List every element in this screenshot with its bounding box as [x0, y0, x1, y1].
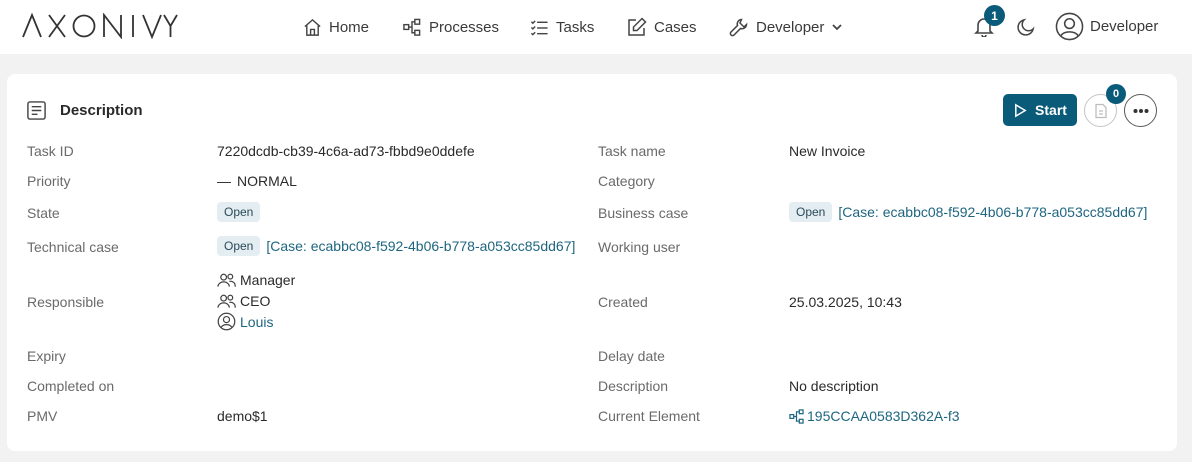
group-icon — [217, 294, 236, 308]
responsible-item: Louis — [217, 311, 273, 332]
card-title: Description — [60, 102, 143, 119]
pmv-label: PMV — [27, 408, 58, 424]
created-value: 25.03.2025, 10:43 — [789, 294, 902, 310]
expiry-label: Expiry — [27, 348, 66, 364]
priority-value: — NORMAL — [217, 173, 297, 189]
play-icon — [1015, 103, 1027, 117]
priority-text: NORMAL — [237, 173, 297, 189]
nav-processes[interactable]: Processes — [402, 16, 499, 38]
process-element-icon — [789, 408, 804, 424]
state-value: Open — [217, 202, 261, 222]
responsible-name: Manager — [240, 271, 296, 288]
created-label: Created — [598, 294, 648, 310]
card-header: Description — [26, 100, 143, 121]
nav-home-label: Home — [329, 18, 370, 36]
task-details-card: Description Start 0 Task ID 7220dcdb-cb3… — [7, 74, 1177, 451]
task-id-value: 7220dcdb-cb39-4c6a-ad73-fbbd9e0ddefe — [217, 143, 475, 159]
axonivy-logo[interactable] — [22, 12, 178, 40]
task-name-value: New Invoice — [789, 143, 866, 159]
documents-count-badge: 0 — [1106, 84, 1126, 104]
tasks-icon — [530, 19, 548, 36]
task-name-label: Task name — [598, 143, 666, 159]
user-name: Developer — [1090, 18, 1159, 35]
start-button[interactable]: Start — [1003, 94, 1077, 126]
responsible-list: Manager CEO Louis — [217, 269, 295, 332]
nav-home[interactable]: Home — [303, 16, 369, 38]
responsible-name: CEO — [240, 292, 271, 309]
state-badge: Open — [217, 202, 261, 222]
category-label: Category — [598, 173, 655, 189]
nav-cases-label: Cases — [654, 18, 697, 36]
current-element-value[interactable]: 195CCAA0583D362A-f3 — [789, 408, 960, 424]
more-options-button[interactable] — [1124, 94, 1157, 127]
responsible-label: Responsible — [27, 294, 105, 310]
business-case-state-badge: Open — [789, 202, 833, 222]
pmv-value: demo$1 — [217, 408, 268, 424]
nav-developer-label: Developer — [756, 18, 825, 36]
home-icon — [304, 18, 321, 36]
current-element-link[interactable]: 195CCAA0583D362A-f3 — [807, 408, 960, 424]
responsible-item: Manager — [217, 269, 295, 290]
user-icon — [217, 312, 236, 331]
top-bar: Home Processes Tasks Cases Developer 1 D… — [0, 0, 1192, 54]
processes-icon — [403, 18, 421, 36]
technical-case-link[interactable]: [Case: ecabbc08-f592-4b06-b778-a053cc85d… — [266, 238, 575, 254]
nav-tasks[interactable]: Tasks — [529, 16, 594, 38]
nav-processes-label: Processes — [429, 18, 500, 36]
business-case-value: Open [Case: ecabbc08-f592-4b06-b778-a053… — [789, 202, 1147, 222]
nav-tasks-label: Tasks — [556, 18, 595, 36]
priority-dash-icon: — — [217, 173, 231, 189]
task-id-label: Task ID — [27, 143, 74, 159]
responsible-item: CEO — [217, 290, 270, 311]
current-element-label: Current Element — [598, 408, 700, 424]
notification-count-badge: 1 — [984, 5, 1005, 26]
document-icon — [1094, 103, 1107, 118]
edit-icon — [628, 17, 647, 36]
description-icon — [27, 101, 46, 120]
group-icon — [217, 273, 236, 287]
user-avatar-icon — [1055, 12, 1084, 41]
delay-date-label: Delay date — [598, 348, 665, 364]
nav-developer[interactable]: Developer — [729, 16, 843, 38]
wrench-icon — [729, 18, 748, 37]
description-value: No description — [789, 378, 879, 394]
working-user-label: Working user — [598, 239, 681, 255]
technical-case-value: Open [Case: ecabbc08-f592-4b06-b778-a053… — [217, 236, 575, 256]
user-menu[interactable]: Developer — [1055, 12, 1158, 41]
state-label: State — [27, 205, 60, 221]
priority-label: Priority — [27, 173, 71, 189]
start-button-label: Start — [1035, 102, 1067, 118]
responsible-user-link[interactable]: Louis — [240, 314, 273, 330]
more-horizontal-icon — [1133, 108, 1148, 113]
completed-on-label: Completed on — [27, 378, 115, 394]
description-label: Description — [598, 378, 669, 394]
technical-case-label: Technical case — [27, 239, 119, 255]
technical-case-state-badge: Open — [217, 236, 261, 256]
business-case-link[interactable]: [Case: ecabbc08-f592-4b06-b778-a053cc85d… — [838, 204, 1147, 220]
chevron-down-icon — [832, 24, 843, 31]
nav-cases[interactable]: Cases — [627, 16, 697, 38]
theme-toggle[interactable] — [1016, 16, 1037, 40]
business-case-label: Business case — [598, 205, 689, 221]
moon-icon — [1017, 18, 1035, 36]
